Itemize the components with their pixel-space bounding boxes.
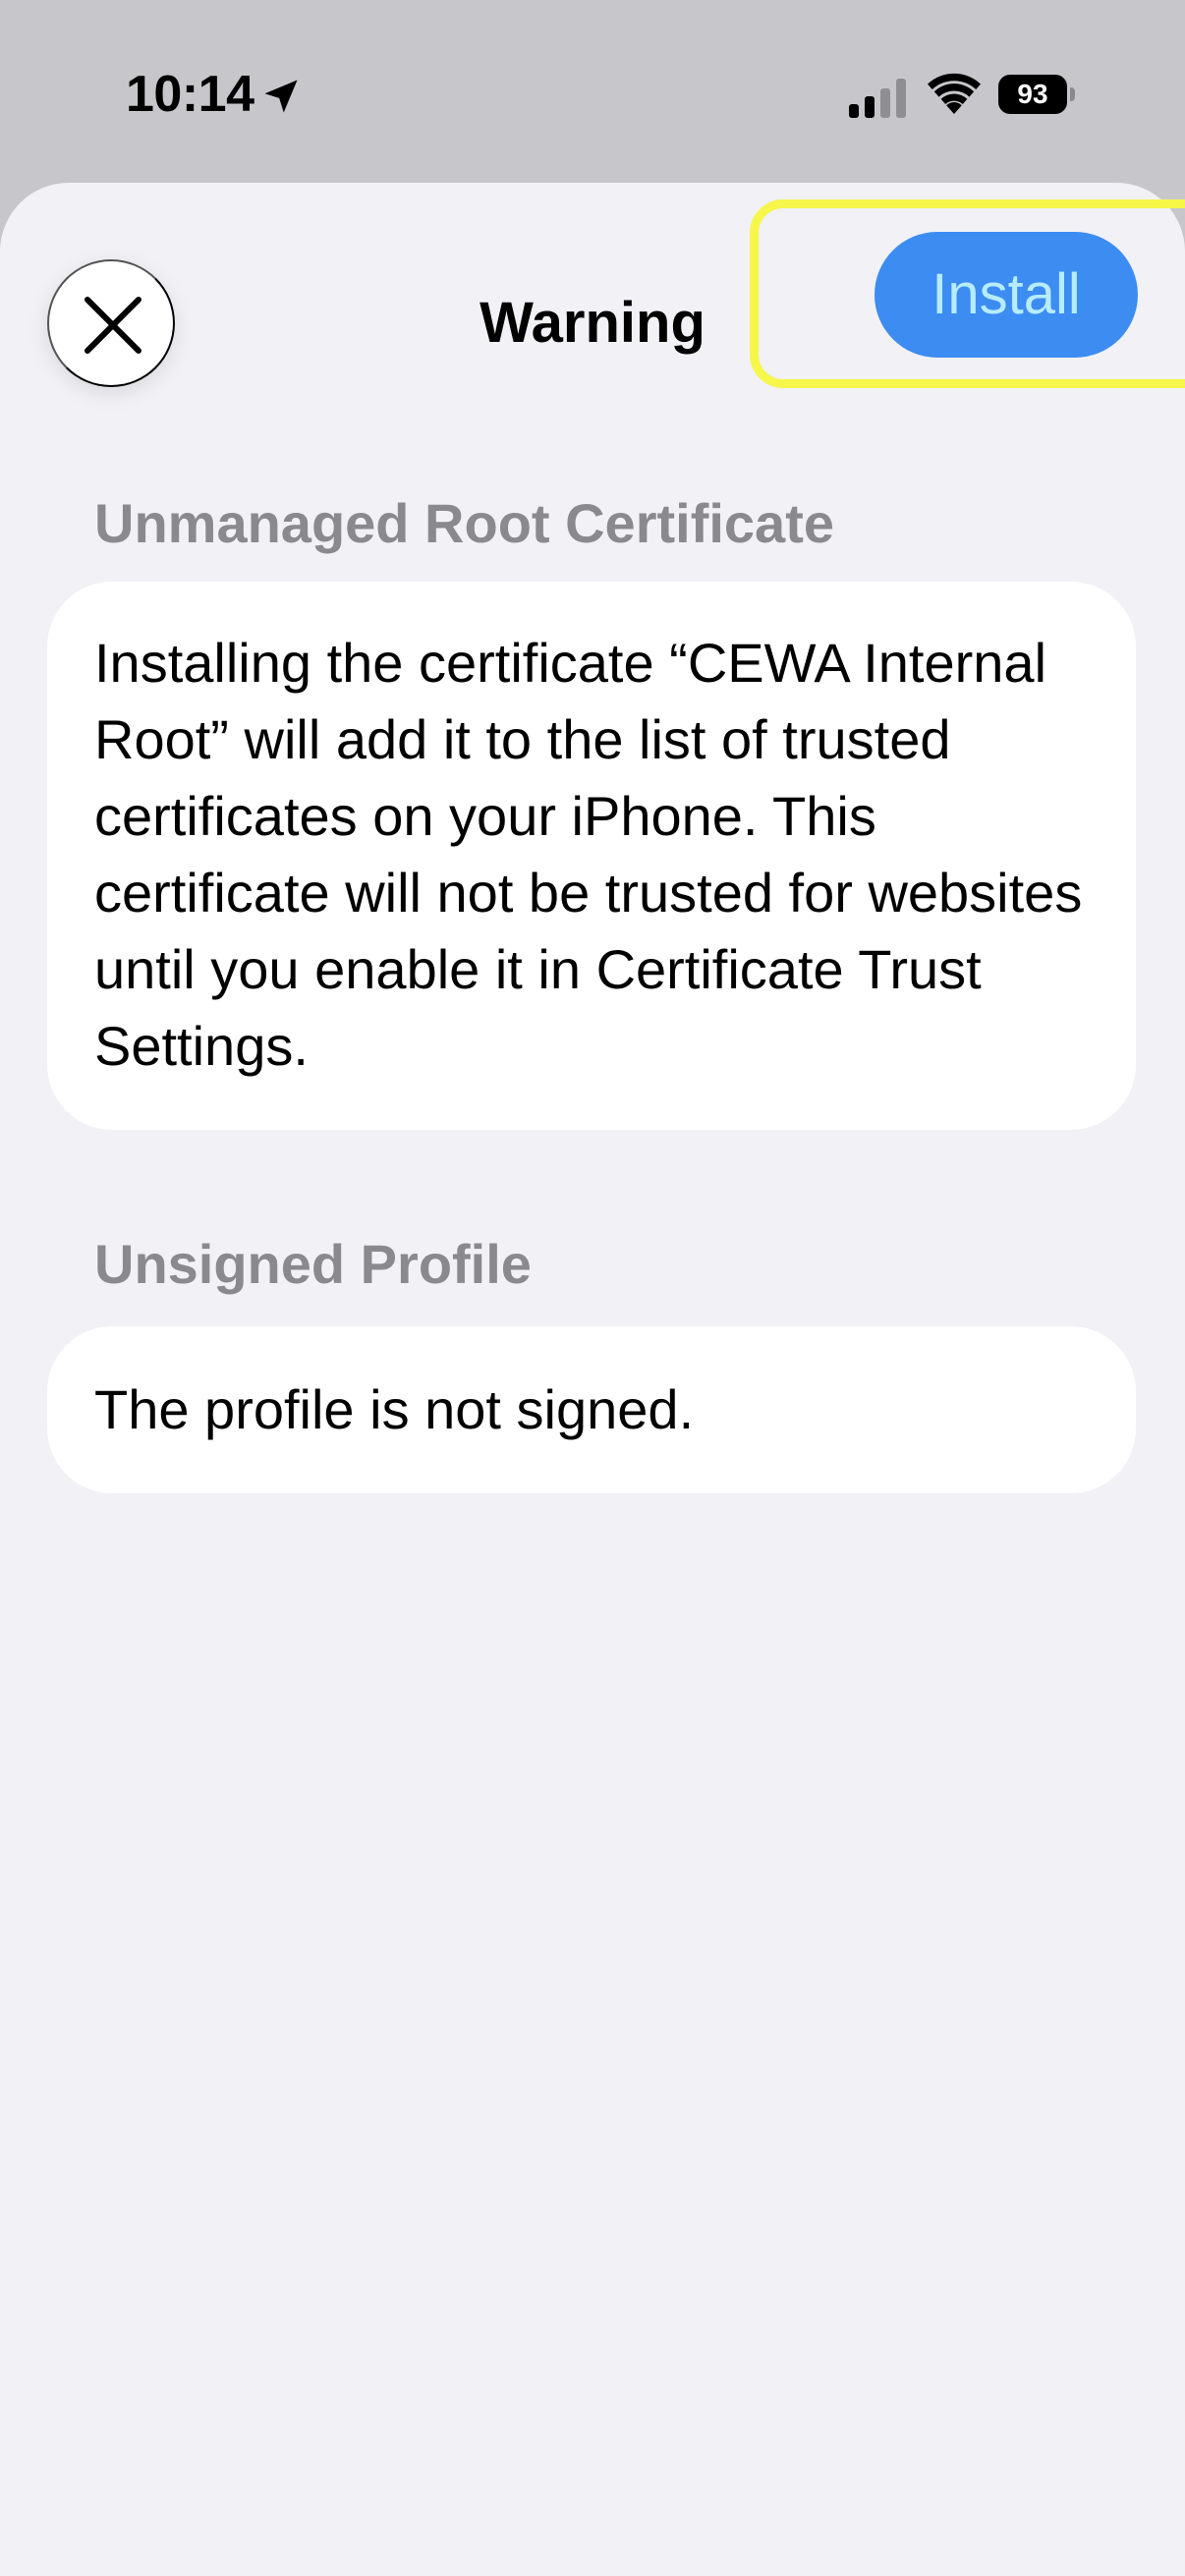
status-bar: 10:14 93 <box>0 0 1185 183</box>
install-button[interactable]: Install <box>875 232 1138 358</box>
unsigned-profile-text: The profile is not signed. <box>94 1378 695 1440</box>
location-arrow-icon <box>264 80 298 113</box>
root-certificate-text: Installing the certificate “CEWA Interna… <box>94 632 1083 1077</box>
section-header-unsigned-profile: Unsigned Profile <box>94 1233 532 1295</box>
wifi-icon <box>928 73 981 114</box>
section-header-root-certificate: Unmanaged Root Certificate <box>94 492 834 554</box>
warning-sheet: Warning Install Unmanaged Root Certifica… <box>0 183 1185 2576</box>
cellular-signal-icon <box>849 79 906 118</box>
battery-level: 93 <box>998 75 1067 114</box>
root-certificate-card: Installing the certificate “CEWA Interna… <box>47 582 1136 1130</box>
unsigned-profile-card: The profile is not signed. <box>47 1326 1136 1493</box>
battery-tip <box>1070 87 1075 101</box>
battery-icon: 93 <box>998 75 1077 114</box>
status-time: 10:14 <box>126 66 254 123</box>
